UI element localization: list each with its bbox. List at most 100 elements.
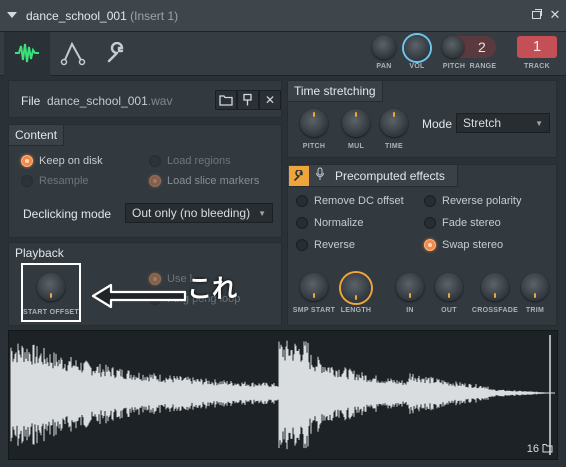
pan-knob[interactable] <box>372 35 396 59</box>
folder-icon <box>542 444 553 453</box>
track-selector[interactable]: 1 <box>517 36 557 58</box>
reverse-polarity-label: Reverse polarity <box>442 195 522 207</box>
fade-stereo-radio[interactable] <box>424 217 436 229</box>
precomputed-effects-panel: Precomputed effects Remove DC offset Rev… <box>287 164 557 326</box>
bit-depth-label: 16 <box>526 443 539 455</box>
mode-label: Mode <box>422 117 453 131</box>
load-slice-markers-option[interactable]: Load slice markers <box>149 175 259 187</box>
stretch-time-knob[interactable] <box>380 109 408 137</box>
smp-start-label: SMP START <box>292 307 336 314</box>
fade-stereo-option[interactable]: Fade stereo <box>424 217 501 229</box>
folder-icon <box>219 95 233 106</box>
envelope-icon <box>60 41 86 66</box>
annotation-arrow-icon <box>91 283 187 309</box>
pitch-range-control[interactable]: 2 <box>442 36 496 58</box>
crossfade-knob[interactable] <box>481 273 509 301</box>
crossfade-label: CROSSFADE <box>471 307 519 314</box>
mic-icon[interactable] <box>315 167 325 184</box>
trim-knob[interactable] <box>521 273 549 301</box>
content-panel: Content Keep on disk Resample Load regio… <box>8 124 282 238</box>
waveform-graph <box>10 335 555 455</box>
chevron-down-icon: ▼ <box>535 118 543 128</box>
range-value: 2 <box>478 39 486 55</box>
detach-button[interactable] <box>530 8 544 22</box>
normalize-label: Normalize <box>314 217 364 229</box>
range-label: RANGE <box>469 63 497 70</box>
file-name: dance_school_001.wav <box>47 94 173 108</box>
pan-label: PAN <box>376 63 392 70</box>
declicking-select[interactable]: Out only (no bleeding) ▼ <box>125 203 273 223</box>
playback-panel: Playback START OFFSET Use l Ping pong lo… <box>8 242 282 326</box>
in-label: IN <box>406 307 414 314</box>
tab-envelope[interactable] <box>50 32 96 76</box>
start-offset-label: START OFFSET <box>23 309 79 316</box>
keep-on-disk-label: Keep on disk <box>39 155 103 167</box>
swap-stereo-label: Swap stereo <box>442 239 504 251</box>
track-value: 1 <box>532 38 542 55</box>
declicking-value: Out only (no bleeding) <box>132 206 251 220</box>
chevron-down-icon: ▼ <box>258 208 266 218</box>
keep-on-disk-option[interactable]: Keep on disk <box>21 155 103 167</box>
swap-stereo-radio[interactable] <box>424 239 436 251</box>
stretch-mul-knob[interactable] <box>342 109 370 137</box>
resample-option[interactable]: Resample <box>21 175 89 187</box>
annotation-text: これ <box>187 274 238 303</box>
reverse-polarity-radio[interactable] <box>424 195 436 207</box>
toolbar: PAN VOL 2 PITCH RANGE 1 TRACK <box>0 32 566 76</box>
file-label: File <box>21 94 41 108</box>
normalize-radio[interactable] <box>296 217 308 229</box>
trim-label: TRIM <box>525 307 545 314</box>
locate-file-button[interactable] <box>237 90 259 110</box>
playback-title: Playback <box>15 246 64 260</box>
waveform-display[interactable]: 16 <box>8 330 558 460</box>
stretch-pitch-knob[interactable] <box>300 109 328 137</box>
load-slice-markers-label: Load slice markers <box>167 175 260 187</box>
time-stretching-panel: Time stretching PITCH MUL TIME Mode Stre… <box>287 80 557 158</box>
load-regions-option[interactable]: Load regions <box>149 155 231 167</box>
waveform-icon <box>15 43 39 63</box>
length-knob[interactable] <box>341 273 371 303</box>
mode-select[interactable]: Stretch ▼ <box>456 113 550 133</box>
precomputed-title: Precomputed effects <box>335 168 445 183</box>
fade-stereo-label: Fade stereo <box>442 217 501 229</box>
resample-radio[interactable] <box>21 175 33 187</box>
in-knob[interactable] <box>396 273 424 301</box>
reverse-radio[interactable] <box>296 239 308 251</box>
wrench-icon[interactable] <box>289 165 309 186</box>
time-stretching-title: Time stretching <box>288 81 383 102</box>
file-panel: File dance_school_001.wav ✕ <box>8 80 282 118</box>
stretch-time-label: TIME <box>385 143 403 150</box>
vol-label: VOL <box>409 63 425 70</box>
declicking-label: Declicking mode <box>23 207 112 221</box>
out-label: OUT <box>441 307 457 314</box>
keep-on-disk-radio[interactable] <box>21 155 33 167</box>
load-slice-markers-radio[interactable] <box>149 175 161 187</box>
length-label: LENGTH <box>340 307 372 314</box>
clear-file-button[interactable]: ✕ <box>259 90 281 110</box>
stretch-pitch-label: PITCH <box>302 143 326 150</box>
close-window-button[interactable]: ✕ <box>548 8 562 22</box>
out-knob[interactable] <box>435 273 463 301</box>
title-bar[interactable]: dance_school_001 (Insert 1) ✕ <box>0 0 566 32</box>
tab-sample[interactable] <box>4 32 50 76</box>
precomputed-header: Precomputed effects <box>288 165 458 187</box>
smp-start-knob[interactable] <box>300 273 328 301</box>
start-offset-knob[interactable] <box>37 273 65 301</box>
reverse-label: Reverse <box>314 239 355 251</box>
reverse-option[interactable]: Reverse <box>296 239 355 251</box>
content-title: Content <box>9 125 65 146</box>
tab-misc[interactable] <box>94 32 140 76</box>
remove-dc-offset-radio[interactable] <box>296 195 308 207</box>
remove-dc-offset-option[interactable]: Remove DC offset <box>296 195 404 207</box>
start-offset-highlight: START OFFSET <box>21 263 81 322</box>
normalize-option[interactable]: Normalize <box>296 217 364 229</box>
open-folder-button[interactable] <box>215 90 237 110</box>
waveform-path <box>10 340 547 450</box>
load-regions-radio[interactable] <box>149 155 161 167</box>
track-label: TRACK <box>524 63 550 70</box>
mode-value: Stretch <box>463 116 502 130</box>
swap-stereo-option[interactable]: Swap stereo <box>424 239 503 251</box>
volume-knob[interactable] <box>404 35 430 61</box>
menu-icon[interactable] <box>6 9 18 21</box>
reverse-polarity-option[interactable]: Reverse polarity <box>424 195 521 207</box>
